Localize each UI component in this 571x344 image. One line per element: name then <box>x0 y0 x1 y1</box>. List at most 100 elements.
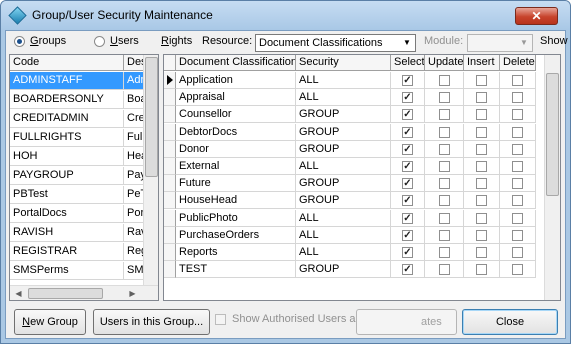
users-in-group-button[interactable]: Users in this Group... <box>93 309 210 335</box>
update-checkbox[interactable] <box>439 161 450 172</box>
classification-cell[interactable]: Donor <box>176 140 296 158</box>
new-group-button[interactable]: New Group <box>14 309 86 335</box>
group-description-cell[interactable]: Reg <box>124 243 144 261</box>
delete-checkbox[interactable] <box>512 126 523 138</box>
update-checkbox[interactable] <box>439 264 450 276</box>
update-checkbox[interactable] <box>439 92 450 104</box>
row-selector[interactable] <box>164 89 176 107</box>
delete-checkbox[interactable] <box>512 161 523 172</box>
window-close-button[interactable]: ✕ <box>515 7 558 25</box>
chevron-down-icon[interactable]: ▼ <box>400 36 414 50</box>
column-header-insert[interactable]: Insert <box>464 55 500 71</box>
rights-label[interactable]: Rights <box>161 35 192 47</box>
delete-checkbox[interactable] <box>512 247 523 258</box>
group-code-cell[interactable]: FULLRIGHTS <box>10 129 124 147</box>
row-selector[interactable] <box>164 123 176 141</box>
update-checkbox[interactable] <box>439 229 450 241</box>
classification-cell[interactable]: Application <box>176 72 296 89</box>
select-checkbox[interactable]: ✓ <box>402 75 413 86</box>
column-header-update[interactable]: Update <box>425 55 464 71</box>
select-checkbox[interactable]: ✓ <box>402 264 413 276</box>
delete-checkbox[interactable] <box>512 178 523 190</box>
classification-cell[interactable]: External <box>176 158 296 175</box>
insert-checkbox[interactable] <box>476 75 487 86</box>
insert-checkbox[interactable] <box>476 195 487 207</box>
scrollbar-thumb[interactable] <box>145 57 158 177</box>
scrollbar-thumb[interactable] <box>28 288 103 299</box>
security-cell[interactable]: GROUP <box>296 140 391 158</box>
security-cell[interactable]: ALL <box>296 72 391 89</box>
group-description-cell[interactable]: Adn <box>124 72 144 90</box>
resource-combo[interactable]: Document Classifications ▼ <box>255 34 416 52</box>
row-selector[interactable] <box>164 72 176 89</box>
group-description-cell[interactable]: PeT <box>124 186 144 204</box>
group-code-cell[interactable]: HOH <box>10 148 124 166</box>
classification-cell[interactable]: Reports <box>176 244 296 261</box>
rights-grid[interactable]: Document Classification Security Select … <box>163 54 561 301</box>
group-description-cell[interactable]: Hea <box>124 148 144 166</box>
insert-checkbox[interactable] <box>476 92 487 104</box>
group-code-cell[interactable]: PAYGROUP <box>10 167 124 185</box>
updates-button[interactable]: ates <box>356 309 457 335</box>
group-code-cell[interactable]: ADMINSTAFF <box>10 72 124 90</box>
show-label[interactable]: Show <box>540 35 568 47</box>
groups-vertical-scrollbar[interactable] <box>143 55 158 285</box>
delete-checkbox[interactable] <box>512 109 523 121</box>
classification-cell[interactable]: Appraisal <box>176 89 296 107</box>
close-button[interactable]: Close <box>462 309 558 335</box>
title-bar[interactable]: Group/User Security Maintenance ✕ <box>1 1 570 30</box>
select-checkbox[interactable]: ✓ <box>402 143 413 155</box>
classification-cell[interactable]: Counsellor <box>176 106 296 124</box>
group-description-cell[interactable]: Boa <box>124 91 144 109</box>
update-checkbox[interactable] <box>439 212 450 224</box>
update-checkbox[interactable] <box>439 126 450 138</box>
chevron-down-icon[interactable]: ▼ <box>517 36 531 50</box>
column-header-description[interactable]: Des <box>124 55 144 71</box>
row-selector[interactable] <box>164 158 176 175</box>
group-description-cell[interactable]: Pay <box>124 167 144 185</box>
group-description-cell[interactable]: Rav <box>124 224 144 242</box>
groups-horizontal-scrollbar[interactable]: ◀ ▶ <box>10 285 158 300</box>
security-cell[interactable]: GROUP <box>296 175 391 193</box>
insert-checkbox[interactable] <box>476 229 487 241</box>
insert-checkbox[interactable] <box>476 109 487 121</box>
insert-checkbox[interactable] <box>476 264 487 276</box>
rights-vertical-scrollbar[interactable] <box>544 55 560 300</box>
update-checkbox[interactable] <box>439 75 450 86</box>
select-checkbox[interactable]: ✓ <box>402 178 413 190</box>
update-checkbox[interactable] <box>439 247 450 258</box>
users-label[interactable]: Users <box>110 35 139 47</box>
scrollbar-thumb[interactable] <box>546 73 559 196</box>
delete-checkbox[interactable] <box>512 264 523 276</box>
update-checkbox[interactable] <box>439 178 450 190</box>
group-code-cell[interactable]: REGISTRAR <box>10 243 124 261</box>
groups-grid[interactable]: Code Des ADMINSTAFFAdnBOARDERSONLYBoaCRE… <box>9 54 159 301</box>
row-selector[interactable] <box>164 140 176 158</box>
scroll-left-icon[interactable]: ◀ <box>10 285 27 300</box>
select-checkbox[interactable]: ✓ <box>402 212 413 224</box>
group-description-cell[interactable]: Por <box>124 205 144 223</box>
delete-checkbox[interactable] <box>512 143 523 155</box>
group-description-cell[interactable]: Full <box>124 129 144 147</box>
row-selector[interactable] <box>164 192 176 210</box>
select-checkbox[interactable]: ✓ <box>402 161 413 172</box>
security-cell[interactable]: ALL <box>296 158 391 175</box>
security-cell[interactable]: GROUP <box>296 106 391 124</box>
delete-checkbox[interactable] <box>512 92 523 104</box>
insert-checkbox[interactable] <box>476 143 487 155</box>
group-code-cell[interactable]: BOARDERSONLY <box>10 91 124 109</box>
classification-cell[interactable]: PurchaseOrders <box>176 226 296 244</box>
group-description-cell[interactable]: Cre <box>124 110 144 128</box>
group-code-cell[interactable]: PortalDocs <box>10 205 124 223</box>
select-checkbox[interactable]: ✓ <box>402 195 413 207</box>
security-cell[interactable]: ALL <box>296 226 391 244</box>
group-code-cell[interactable]: RAVISH <box>10 224 124 242</box>
classification-cell[interactable]: PublicPhoto <box>176 209 296 227</box>
groups-radio[interactable] <box>14 36 25 47</box>
update-checkbox[interactable] <box>439 109 450 121</box>
column-header-delete[interactable]: Delete <box>500 55 536 71</box>
classification-cell[interactable]: DebtorDocs <box>176 123 296 141</box>
security-cell[interactable]: ALL <box>296 89 391 107</box>
select-checkbox[interactable]: ✓ <box>402 109 413 121</box>
insert-checkbox[interactable] <box>476 212 487 224</box>
